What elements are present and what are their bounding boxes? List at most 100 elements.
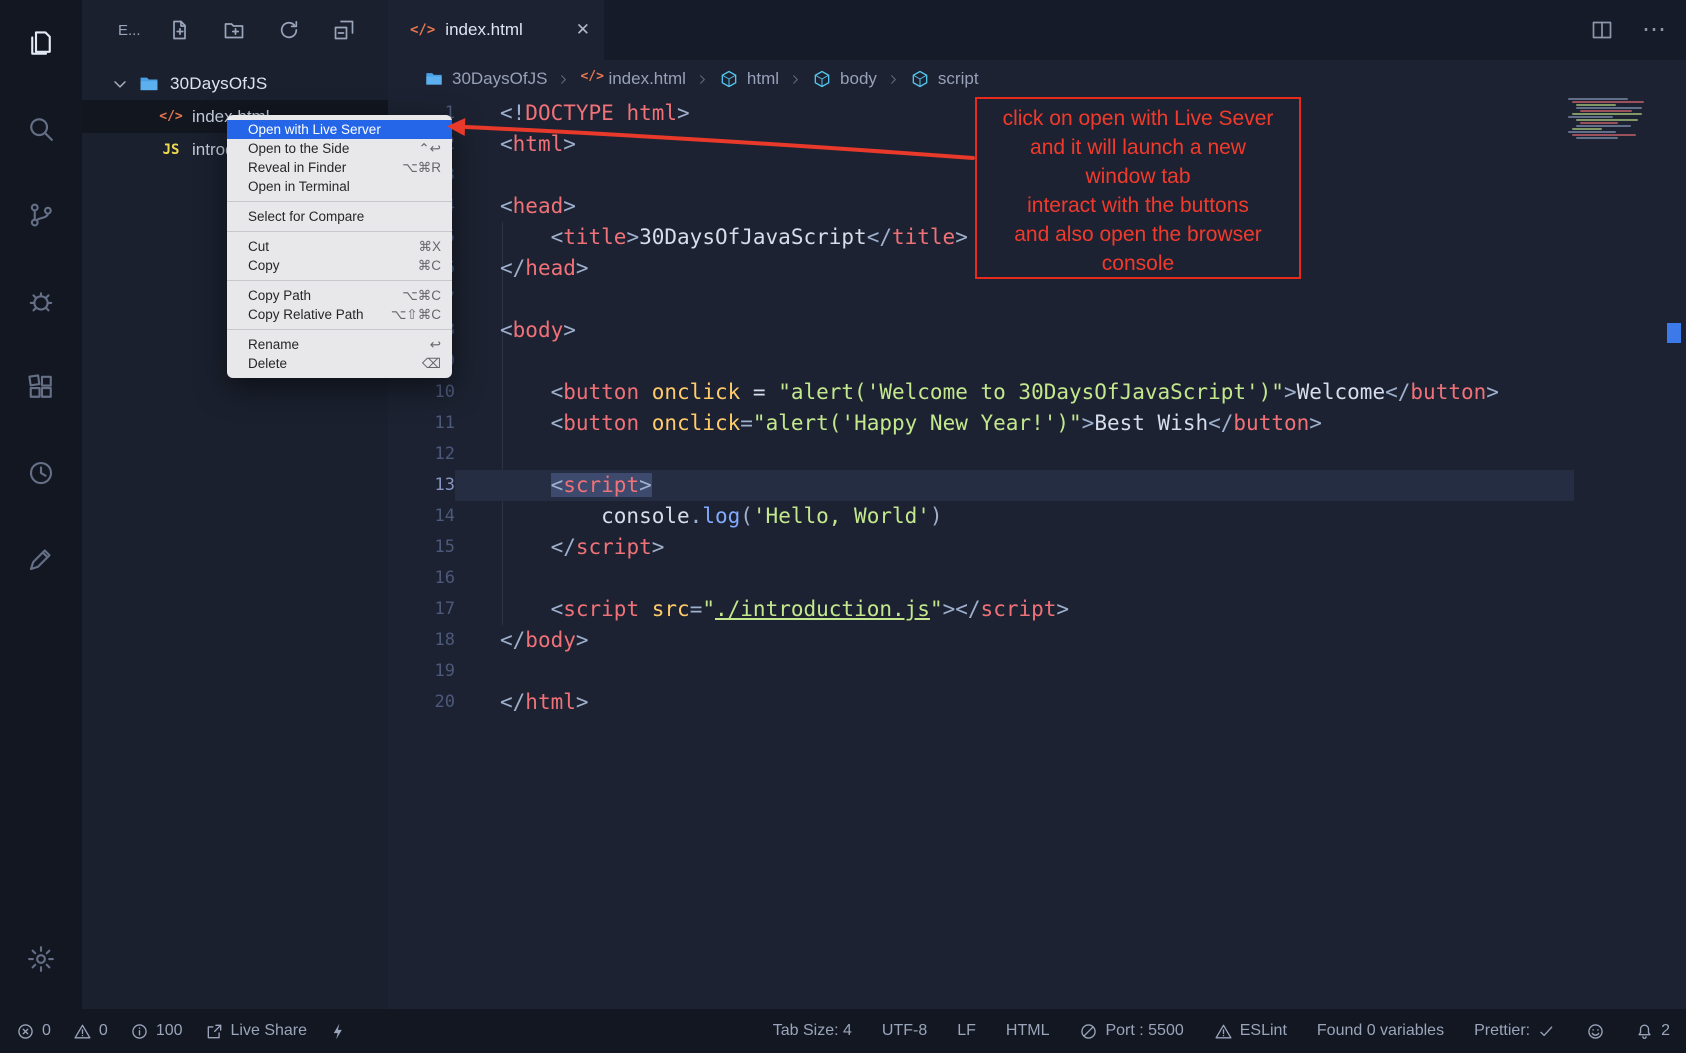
tab-index-html[interactable]: </> index.html ✕ (388, 0, 604, 60)
menu-item-open-to-the-side[interactable]: Open to the Side⌃↩ (227, 139, 452, 158)
activity-search-button[interactable] (0, 86, 82, 172)
annotation-text-line: and it will launch a new (977, 133, 1299, 162)
history-icon (26, 458, 56, 488)
collapse-all-icon[interactable] (332, 18, 356, 42)
menu-item-shortcut: ↩ (430, 337, 441, 353)
code-text: <button onclick="alert('Happy New Year!'… (455, 408, 1322, 439)
chevron-right-icon (788, 72, 803, 87)
new-file-icon[interactable] (167, 18, 191, 42)
code-line-7: 7 (388, 284, 1574, 315)
minimap[interactable] (1568, 98, 1660, 140)
minimap-line (1580, 122, 1618, 124)
code-text: <body> (455, 315, 576, 346)
minimap-line (1576, 125, 1631, 127)
folder-icon (424, 69, 444, 89)
menu-item-shortcut: ⌥⌘R (402, 160, 441, 176)
status-item-smiley[interactable] (1586, 1022, 1605, 1041)
minimap-line (1576, 104, 1616, 106)
menu-item-copy[interactable]: Copy⌘C (227, 256, 452, 275)
activity-run-debug-button[interactable] (0, 258, 82, 344)
new-folder-icon[interactable] (222, 18, 246, 42)
status-item-0[interactable]: 0 (16, 1022, 51, 1041)
activity-bar-bottom (0, 923, 82, 995)
tab-bar: </> index.html ✕ ⋯ (388, 0, 1686, 60)
activity-explorer-button[interactable] (0, 0, 82, 86)
code-text: <script src="./introduction.js"></script… (455, 594, 1069, 625)
status-item-100[interactable]: 100 (130, 1022, 183, 1041)
menu-item-shortcut: ⌘X (418, 239, 441, 255)
refresh-icon[interactable] (277, 18, 301, 42)
status-item-port-5500[interactable]: Port : 5500 (1079, 1022, 1183, 1041)
status-item-prettier-[interactable]: Prettier: (1474, 1022, 1556, 1041)
close-tab-icon[interactable]: ✕ (576, 20, 590, 40)
split-editor-icon[interactable] (1590, 18, 1614, 42)
status-left: 0 0 100 Live Share (16, 1022, 348, 1041)
more-actions-icon[interactable]: ⋯ (1642, 18, 1668, 42)
breadcrumb-item-30daysofjs[interactable]: 30DaysOfJS (424, 69, 547, 89)
code-text: <html> (455, 129, 576, 160)
code-line-16: 16 (388, 563, 1574, 594)
activity-history-button[interactable] (0, 430, 82, 516)
code-line-8: 8<body> (388, 315, 1574, 346)
menu-item-label: Copy Path (248, 288, 311, 303)
menu-item-reveal-in-finder[interactable]: Reveal in Finder⌥⌘R (227, 158, 452, 177)
menu-item-label: Copy (248, 258, 280, 273)
status-item-found-0-variables[interactable]: Found 0 variables (1317, 1022, 1444, 1040)
line-number: 14 (388, 501, 455, 532)
menu-item-shortcut: ⌃↩ (418, 141, 441, 157)
code-text (455, 160, 500, 191)
breadcrumb-item-index-html[interactable]: </>index.html (580, 69, 685, 89)
code-text (455, 346, 500, 377)
status-item-label: UTF-8 (882, 1022, 927, 1040)
status-item-eslint[interactable]: ESLint (1214, 1022, 1287, 1041)
sidebar-title: E... (118, 22, 141, 39)
context-menu: Open with Live ServerOpen to the Side⌃↩R… (227, 115, 452, 378)
status-item-2[interactable]: 2 (1635, 1022, 1670, 1041)
code-text (455, 563, 500, 594)
code-line-20: 20</html> (388, 687, 1574, 718)
line-number: 11 (388, 408, 455, 439)
menu-item-copy-relative-path[interactable]: Copy Relative Path⌥⇧⌘C (227, 305, 452, 324)
tab-label: index.html (445, 20, 522, 40)
status-item-bolt[interactable] (329, 1022, 348, 1041)
menu-item-open-with-live-server[interactable]: Open with Live Server (227, 120, 452, 139)
menu-separator (227, 231, 452, 232)
status-item-utf-8[interactable]: UTF-8 (882, 1022, 927, 1040)
folder-icon (138, 73, 160, 95)
minimap-line (1572, 113, 1642, 115)
breadcrumb-label: 30DaysOfJS (452, 69, 547, 89)
status-item-lf[interactable]: LF (957, 1022, 976, 1040)
activity-extensions-button[interactable] (0, 344, 82, 430)
explorer-icon (26, 28, 56, 58)
activity-settings-button[interactable] (0, 923, 82, 995)
breadcrumb-item-body[interactable]: body (812, 69, 877, 89)
status-item-label: Tab Size: 4 (773, 1022, 852, 1040)
menu-item-cut[interactable]: Cut⌘X (227, 237, 452, 256)
warning-icon (73, 1022, 92, 1041)
breadcrumb-item-html[interactable]: html (719, 69, 779, 89)
source-control-icon (26, 200, 56, 230)
code-text: <script> (455, 470, 652, 501)
code-text (455, 439, 500, 470)
folder-row-30daysofjs[interactable]: 30DaysOfJS (82, 68, 388, 100)
menu-item-open-in-terminal[interactable]: Open in Terminal (227, 177, 452, 196)
code-text: console.log('Hello, World') (455, 501, 943, 532)
menu-item-copy-path[interactable]: Copy Path⌥⌘C (227, 286, 452, 305)
status-item-label: 0 (99, 1022, 108, 1040)
menu-item-rename[interactable]: Rename↩ (227, 335, 452, 354)
status-item-live-share[interactable]: Live Share (205, 1022, 308, 1041)
minimap-line (1576, 137, 1618, 139)
status-item-html[interactable]: HTML (1006, 1022, 1050, 1040)
activity-source-control-button[interactable] (0, 172, 82, 258)
root-folder-label: 30DaysOfJS (170, 74, 267, 94)
activity-feedback-button[interactable] (0, 516, 82, 602)
breadcrumb-item-script[interactable]: script (910, 69, 979, 89)
menu-item-delete[interactable]: Delete⌫ (227, 354, 452, 373)
status-item-label: Found 0 variables (1317, 1022, 1444, 1040)
status-item-tab-size-4[interactable]: Tab Size: 4 (773, 1022, 852, 1040)
status-item-label: ESLint (1240, 1022, 1287, 1040)
status-item-0[interactable]: 0 (73, 1022, 108, 1041)
bell-icon (1635, 1022, 1654, 1041)
code-text (455, 656, 500, 687)
menu-item-select-for-compare[interactable]: Select for Compare (227, 207, 452, 226)
